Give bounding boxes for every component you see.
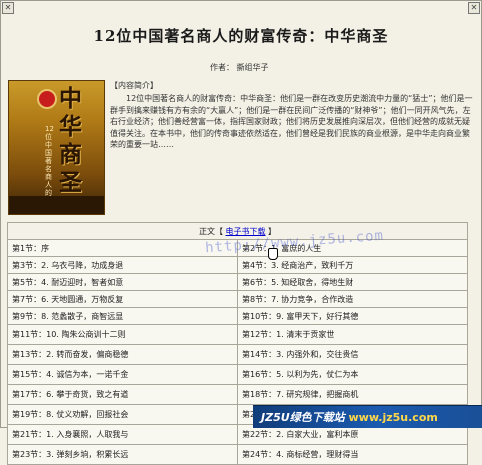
chapter-label: 第19节：8. 仗义劝解，回报社会: [12, 410, 129, 419]
chapter-link[interactable]: 第11节：10. 陶朱公商训十二则: [7, 324, 238, 345]
chapter-label: 第21节：1. 入身襄照，人取我与: [12, 430, 129, 439]
chapter-label: 第1节：序: [12, 243, 50, 253]
download-suffix: 】: [265, 226, 277, 236]
chapter-link[interactable]: 第1节：序: [7, 239, 238, 257]
author-label: 作者：: [210, 63, 234, 72]
intro-heading: 【内容简介】: [110, 81, 158, 90]
intro-text: 12位中国著名商人的财富传奇：中华商圣：他们是一群在改变历史潮流中力量的“猛士”…: [110, 94, 473, 149]
chapter-link[interactable]: 第12节：1. 清末于贡家世: [237, 324, 468, 345]
chapter-label: 第15节：4. 诚信为本，一诺千金: [12, 370, 129, 379]
chapter-label: 第3节：2. 乌衣弓降，功成身退: [12, 260, 124, 270]
chapter-label: 第16节：5. 以利为先，仗仁为本: [242, 370, 359, 379]
chapter-link[interactable]: 第15节：4. 诚信为本，一诺千金: [7, 364, 238, 385]
site-banner[interactable]: JZ5U绿色下载站 www.jz5u.com: [253, 405, 482, 428]
book-cover-image: 中华商圣 12位中国著名商人的财富传奇: [8, 80, 105, 215]
hand-cursor-icon: [268, 248, 278, 260]
chapter-link[interactable]: 第10节：9. 富甲天下，好行其德: [237, 307, 468, 325]
cover-title: 中华商圣: [59, 85, 82, 196]
chapter-label: 第14节：3. 内强外和，交往贵信: [242, 350, 359, 359]
table-row: 第15节：4. 诚信为本，一诺千金 第16节：5. 以利为先，仗仁为本: [7, 364, 468, 385]
cover-bottom-strip: [9, 196, 104, 214]
corner-close-icon-right[interactable]: ✕: [468, 2, 480, 14]
chapter-link[interactable]: 第5节：4. 耐迈迎时，智者如意: [7, 273, 238, 291]
chapter-label: 第11节：10. 陶朱公商训十二则: [12, 330, 126, 339]
author-name: 撕组华子: [236, 63, 269, 72]
chapter-link[interactable]: 第23节：3. 弹刻乡垧，积累长远: [7, 444, 238, 465]
table-row: 第17节：6. 攀于奇货，致之有道 第18节：7. 研究规律，把握商机: [7, 384, 468, 405]
chapter-label: 第8节：7. 协力竞争，合作改造: [242, 294, 354, 304]
banner-site: www.jz5u.com: [348, 411, 438, 424]
chapter-label: 第18节：7. 研究规律，把握商机: [242, 390, 359, 399]
cover-emblem-icon: [37, 89, 57, 109]
chapter-link[interactable]: 第24节：4. 商标经营，理财得当: [237, 444, 468, 465]
table-row: 第3节：2. 乌衣弓降，功成身退 第4节：3. 经商治产，致利千万: [7, 256, 468, 274]
page-title: 12位中国著名商人的财富传奇：中华商圣: [93, 27, 389, 45]
table-row: 第9节：8. 范蠡散子，商智远显 第10节：9. 富甲天下，好行其德: [7, 307, 468, 325]
chapter-link[interactable]: 第6节：5. 知经取舍，得地生财: [237, 273, 468, 291]
author-line: 作者： 撕组华子: [210, 62, 269, 73]
chapter-link[interactable]: 第13节：2. 转而奋发，偏商稳德: [7, 344, 238, 365]
chapter-label: 第24节：4. 商标经营，理财得当: [242, 450, 359, 459]
table-row: 第5节：4. 耐迈迎时，智者如意 第6节：5. 知经取舍，得地生财: [7, 273, 468, 291]
table-row: 第13节：2. 转而奋发，偏商稳德 第14节：3. 内强外和，交往贵信: [7, 344, 468, 365]
table-row: 第23节：3. 弹刻乡垧，积累长远 第24节：4. 商标经营，理财得当: [7, 444, 468, 465]
chapter-label: 第4节：3. 经商治产，致利千万: [242, 260, 354, 270]
chapter-link[interactable]: 第3节：2. 乌衣弓降，功成身退: [7, 256, 238, 274]
table-row: 第7节：6. 天地圆通，万物反复 第8节：7. 协力竞争，合作改造: [7, 290, 468, 308]
chapter-label: 第6节：5. 知经取舍，得地生财: [242, 277, 354, 287]
chapter-label: 第5节：4. 耐迈迎时，智者如意: [12, 277, 124, 287]
table-row: 第11节：10. 陶朱公商训十二则 第12节：1. 清末于贡家世: [7, 324, 468, 345]
download-prefix: 正文【: [198, 226, 226, 236]
chapter-label: 第7节：6. 天地圆通，万物反复: [12, 294, 124, 304]
chapter-link[interactable]: 第14节：3. 内强外和，交往贵信: [237, 344, 468, 365]
chapter-link[interactable]: 第7节：6. 天地圆通，万物反复: [7, 290, 238, 308]
chapter-label: 第12节：1. 清末于贡家世: [242, 330, 335, 339]
corner-close-icon[interactable]: ✕: [2, 2, 14, 14]
chapter-link[interactable]: 第9节：8. 范蠡散子，商智远显: [7, 307, 238, 325]
chapter-label: 第13节：2. 转而奋发，偏商稳德: [12, 350, 129, 359]
chapter-link[interactable]: 第18节：7. 研究规律，把握商机: [237, 384, 468, 405]
ebook-download-link[interactable]: 电子书下载: [226, 227, 266, 236]
chapter-link[interactable]: 第8节：7. 协力竞争，合作改造: [237, 290, 468, 308]
chapter-link[interactable]: 第19节：8. 仗义劝解，回报社会: [7, 404, 238, 425]
chapter-link[interactable]: 第17节：6. 攀于奇货，致之有道: [7, 384, 238, 405]
chapter-label: 第22节：2. 白家大业，富利本原: [242, 430, 359, 439]
chapter-label: 第23节：3. 弹刻乡垧，积累长远: [12, 450, 129, 459]
banner-text: JZ5U绿色下载站: [261, 411, 345, 424]
chapter-label: 第10节：9. 富甲天下，好行其德: [242, 311, 359, 321]
chapter-link[interactable]: 第16节：5. 以利为先，仗仁为本: [237, 364, 468, 385]
chapter-label: 第9节：8. 范蠡散子，商智远显: [12, 311, 124, 321]
chapter-label: 第17节：6. 攀于奇货，致之有道: [12, 390, 129, 399]
